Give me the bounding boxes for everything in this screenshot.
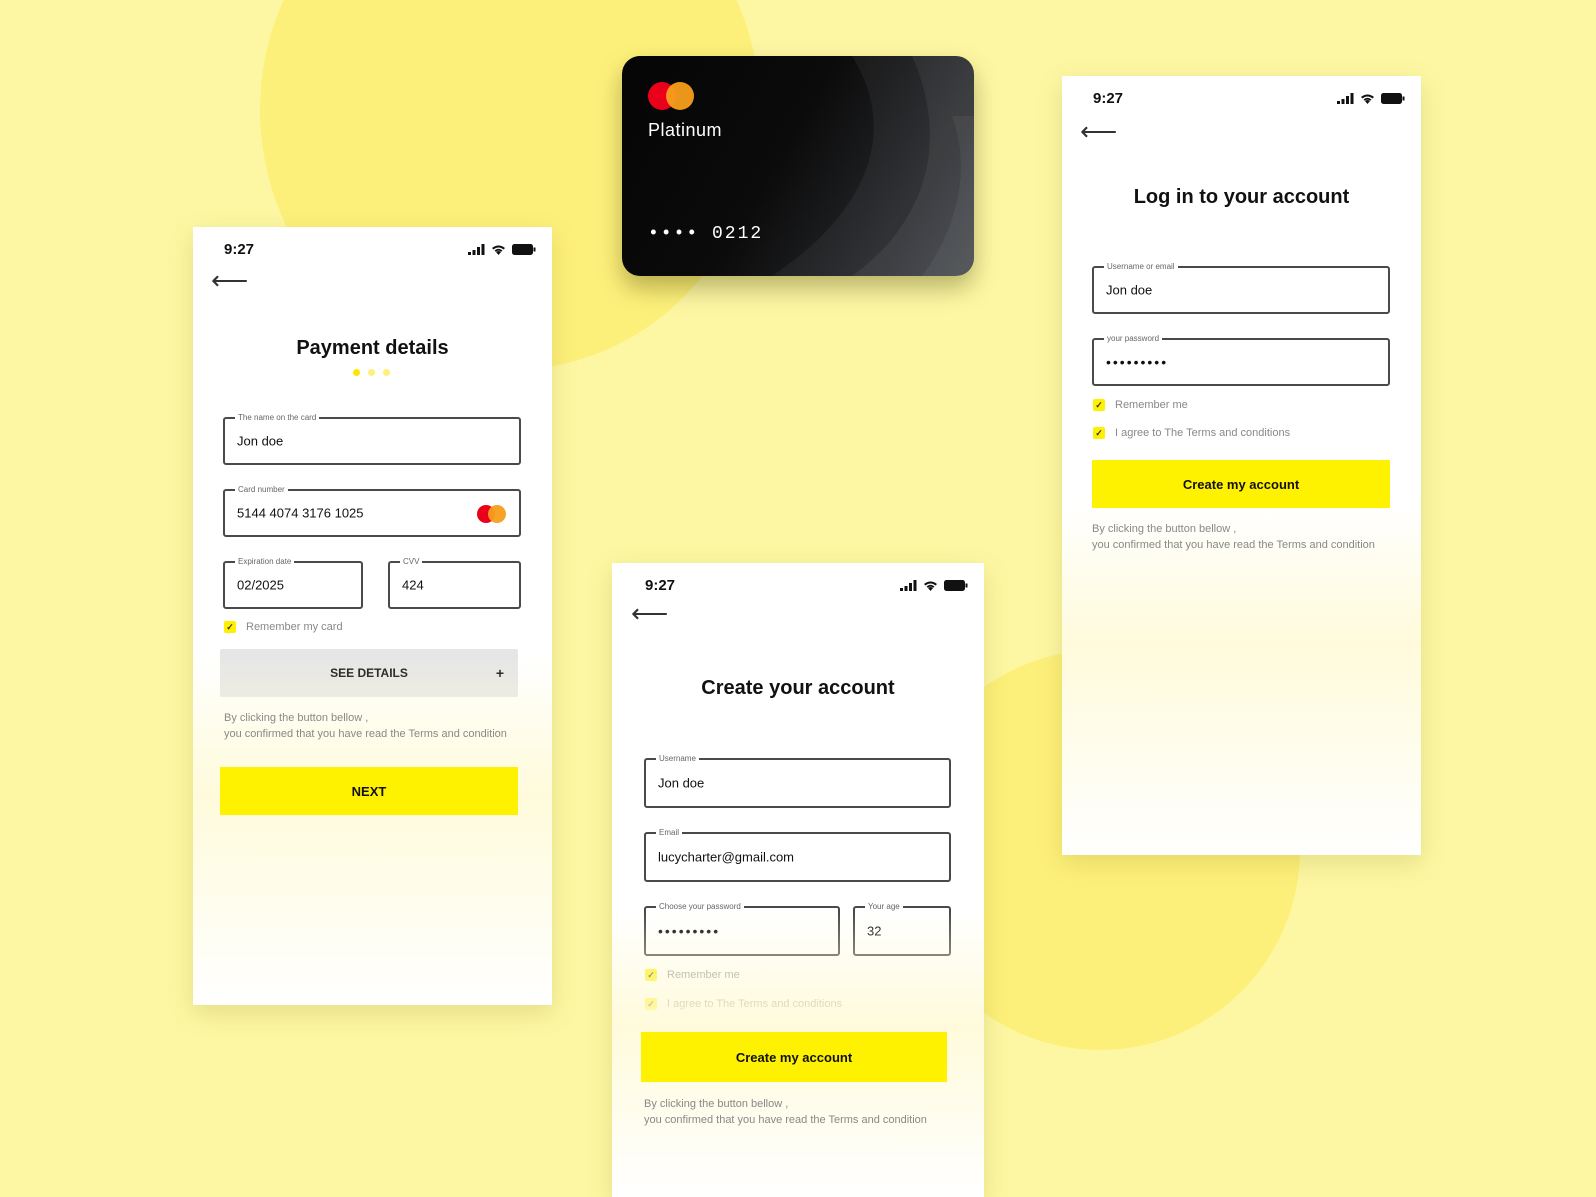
- disclaimer-line-2: you confirmed that you have read the Ter…: [1092, 539, 1375, 551]
- remember-card-label: Remember my card: [246, 621, 343, 633]
- cvv-field[interactable]: CVV 424: [388, 556, 521, 609]
- disclaimer-line-1: By clicking the button bellow ,: [224, 712, 369, 724]
- credit-card: Platinum •••• 0212: [622, 56, 974, 276]
- next-button[interactable]: NEXT: [220, 767, 518, 815]
- agree-terms-label: I agree to The Terms and conditions: [1115, 427, 1291, 439]
- see-details-button[interactable]: SEE DETAILS +: [220, 649, 518, 697]
- password-value: •••••••••: [658, 923, 721, 939]
- status-time: 9:27: [224, 241, 255, 258]
- remember-card-row[interactable]: ✓ Remember my card: [224, 621, 343, 633]
- agree-terms-row[interactable]: ✓ I agree to The Terms and conditions: [1093, 427, 1290, 439]
- step-dot-active: [353, 369, 360, 376]
- disclaimer-line-1: By clicking the button bellow ,: [644, 1098, 789, 1110]
- username-value: Jon doe: [658, 775, 705, 791]
- name-on-card-label: The name on the card: [235, 412, 320, 424]
- remember-me-checkbox[interactable]: ✓: [645, 969, 657, 981]
- payment-details-screen: 9:27 ⟵ Payment details The name on the c…: [193, 227, 552, 1005]
- back-arrow-icon[interactable]: ⟵: [631, 600, 668, 626]
- expiration-date-field[interactable]: Expiration date 02/2025: [223, 556, 363, 609]
- remember-me-row[interactable]: ✓ Remember me: [645, 969, 740, 981]
- create-account-button[interactable]: Create my account: [641, 1032, 947, 1082]
- battery-icon: [1381, 93, 1405, 104]
- remember-me-label: Remember me: [667, 969, 740, 981]
- email-label: Email: [656, 827, 683, 839]
- age-field[interactable]: Your age 32: [853, 901, 951, 956]
- status-bar: 9:27: [612, 577, 984, 597]
- remember-card-checkbox[interactable]: ✓: [224, 621, 236, 633]
- username-or-email-field[interactable]: Username or email Jon doe: [1092, 261, 1390, 314]
- remember-me-row[interactable]: ✓ Remember me: [1093, 399, 1188, 411]
- remember-me-checkbox[interactable]: ✓: [1093, 399, 1105, 411]
- disclaimer-line-2: you confirmed that you have read the Ter…: [644, 1114, 927, 1126]
- page-title: Create your account: [701, 677, 895, 699]
- name-on-card-field[interactable]: The name on the card Jon doe: [223, 412, 521, 465]
- agree-terms-row[interactable]: ✓ I agree to The Terms and conditions: [645, 998, 842, 1010]
- username-field[interactable]: Username Jon doe: [644, 753, 951, 808]
- status-bar: 9:27: [193, 241, 552, 261]
- agree-terms-checkbox[interactable]: ✓: [1093, 427, 1105, 439]
- name-on-card-value: Jon doe: [237, 433, 284, 449]
- cvv-value: 424: [402, 577, 424, 593]
- password-label: Choose your password: [656, 901, 744, 913]
- terms-disclaimer: By clicking the button bellow , you conf…: [644, 1096, 927, 1128]
- expiration-date-value: 02/2025: [237, 577, 284, 593]
- plus-icon: +: [495, 665, 504, 681]
- agree-terms-label: I agree to The Terms and conditions: [667, 998, 843, 1010]
- disclaimer-line-2: you confirmed that you have read the Ter…: [224, 728, 507, 740]
- wifi-icon: [1361, 94, 1374, 104]
- remember-me-label: Remember me: [1115, 399, 1188, 411]
- see-details-label: SEE DETAILS: [330, 666, 408, 680]
- card-number-field[interactable]: Card number 5144 4074 3176 1025: [223, 484, 521, 537]
- password-field[interactable]: Choose your password •••••••••: [644, 901, 840, 956]
- step-dot: [383, 369, 390, 376]
- expiration-date-label: Expiration date: [235, 556, 295, 568]
- signal-icon: [900, 580, 917, 591]
- login-screen: 9:27 ⟵ Log in to your account Username o…: [1062, 76, 1421, 855]
- status-bar: 9:27: [1062, 90, 1421, 110]
- password-field[interactable]: your password •••••••••: [1092, 333, 1390, 386]
- email-value: lucycharter@gmail.com: [658, 849, 795, 865]
- battery-icon: [512, 244, 536, 255]
- terms-disclaimer: By clicking the button bellow , you conf…: [224, 710, 507, 742]
- terms-disclaimer: By clicking the button bellow , you conf…: [1092, 521, 1375, 553]
- mastercard-icon: [477, 505, 506, 523]
- username-label: Username: [656, 753, 699, 765]
- create-account-button[interactable]: Create my account: [1092, 460, 1390, 508]
- card-number-value: 5144 4074 3176 1025: [237, 505, 364, 521]
- password-label: your password: [1104, 333, 1163, 345]
- wifi-icon: [492, 245, 505, 255]
- create-account-screen: 9:27 ⟵ Create your account Username Jon …: [612, 563, 984, 1197]
- battery-icon: [944, 580, 968, 591]
- agree-terms-checkbox[interactable]: ✓: [645, 998, 657, 1010]
- disclaimer-line-1: By clicking the button bellow ,: [1092, 523, 1237, 535]
- card-masked-number: •••• 0212: [648, 224, 764, 244]
- signal-icon: [1337, 93, 1354, 104]
- page-title: Log in to your account: [1133, 186, 1350, 208]
- signal-icon: [468, 244, 485, 255]
- username-or-email-value: Jon doe: [1106, 282, 1153, 298]
- cvv-label: CVV: [400, 556, 423, 568]
- status-time: 9:27: [645, 577, 676, 594]
- status-time: 9:27: [1093, 90, 1124, 107]
- back-arrow-icon[interactable]: ⟵: [211, 267, 248, 293]
- page-title: Payment details: [296, 337, 449, 359]
- wifi-icon: [924, 581, 937, 591]
- step-dot: [368, 369, 375, 376]
- age-label: Your age: [865, 901, 903, 913]
- card-number-label: Card number: [235, 484, 288, 496]
- step-indicator: [353, 369, 390, 376]
- username-or-email-label: Username or email: [1104, 261, 1178, 273]
- email-field[interactable]: Email lucycharter@gmail.com: [644, 827, 951, 882]
- card-tier: Platinum: [648, 120, 723, 140]
- password-value: •••••••••: [1106, 354, 1169, 370]
- back-arrow-icon[interactable]: ⟵: [1080, 118, 1117, 144]
- mastercard-logo-icon: [648, 82, 694, 110]
- age-value: 32: [867, 923, 882, 939]
